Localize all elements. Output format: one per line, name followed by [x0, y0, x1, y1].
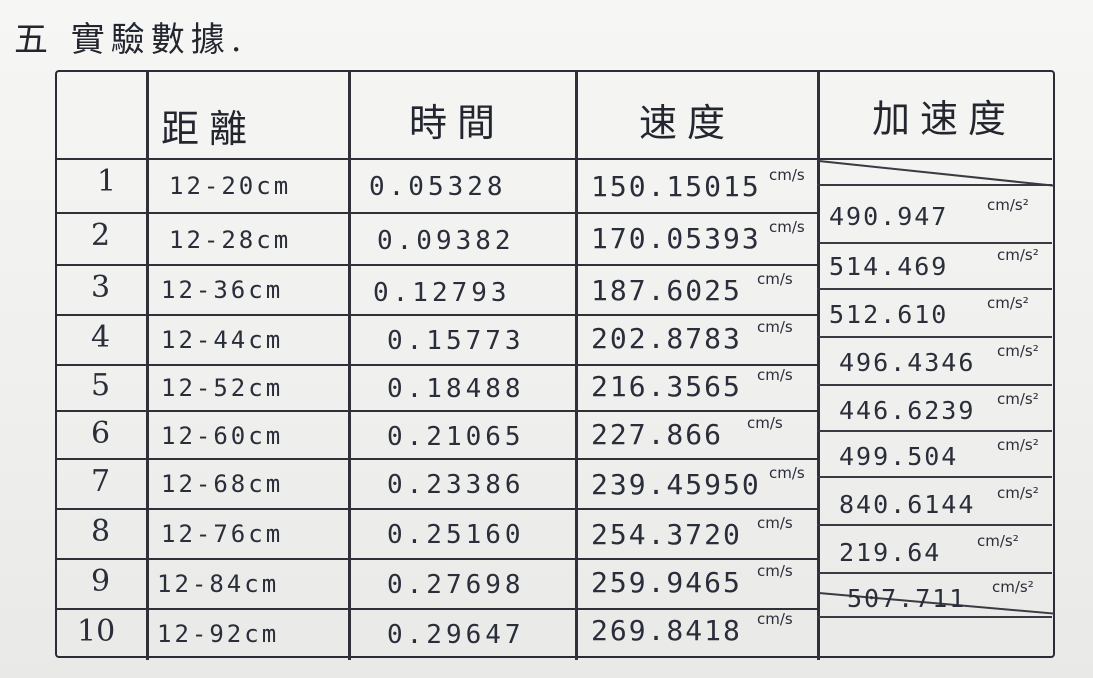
speed-cell: 254.3720 [591, 518, 742, 551]
accel-divider [817, 384, 1052, 386]
accel-divider [817, 288, 1052, 290]
speed-unit: cm/s [757, 562, 793, 580]
speed-cell: 259.9465 [591, 566, 742, 599]
speed-unit: cm/s [769, 464, 805, 482]
data-table: 距離 時間 速度 加速度 1 2 3 4 5 6 7 8 9 10 12-20c… [55, 70, 1055, 660]
speed-unit: cm/s [757, 610, 793, 628]
accel-divider [817, 572, 1052, 574]
accel-divider [817, 184, 1052, 186]
acceleration-cell: 490.947 [829, 202, 949, 231]
distance-cell: 12-76cm [161, 520, 284, 548]
speed-cell: 269.8418 [591, 614, 742, 647]
distance-cell: 12-92cm [157, 620, 280, 648]
speed-cell: 239.45950 [591, 468, 761, 501]
time-cell: 0.21065 [387, 422, 525, 452]
acceleration-unit: cm/s² [987, 196, 1029, 214]
header-time: 時間 [409, 101, 506, 145]
acceleration-unit: cm/s² [977, 532, 1019, 550]
time-cell: 0.29647 [387, 620, 525, 650]
distance-cell: 12-52cm [161, 374, 284, 402]
time-cell: 0.25160 [387, 520, 525, 550]
column-divider [348, 72, 351, 660]
speed-cell: 170.05393 [591, 222, 761, 255]
row-divider [57, 410, 817, 412]
accel-divider [817, 524, 1052, 526]
acceleration-unit: cm/s² [997, 436, 1039, 454]
speed-unit: cm/s [769, 218, 805, 236]
time-cell: 0.05328 [369, 172, 507, 202]
speed-unit: cm/s [757, 270, 793, 288]
time-cell: 0.18488 [387, 374, 525, 404]
speed-cell: 227.866 [591, 418, 724, 451]
row-divider [57, 364, 817, 366]
speed-unit: cm/s [747, 414, 783, 432]
distance-cell: 12-36cm [161, 276, 284, 304]
row-index: 3 [91, 270, 111, 305]
acceleration-cell: 512.610 [829, 300, 949, 329]
row-divider [57, 264, 817, 266]
row-index: 1 [97, 164, 117, 199]
distance-cell: 12-68cm [161, 470, 284, 498]
acceleration-unit: cm/s² [997, 390, 1039, 408]
distance-cell: 12-84cm [157, 570, 280, 598]
speed-cell: 187.6025 [591, 274, 742, 307]
row-index: 9 [91, 564, 111, 599]
accel-divider [817, 242, 1052, 244]
speed-cell: 216.3565 [591, 370, 742, 403]
row-index: 6 [91, 416, 111, 451]
speed-unit: cm/s [769, 166, 805, 184]
row-index: 4 [91, 320, 111, 355]
row-divider [57, 608, 817, 610]
time-cell: 0.15773 [387, 326, 525, 356]
row-divider [57, 314, 817, 316]
distance-cell: 12-44cm [161, 326, 284, 354]
accel-divider [817, 336, 1052, 338]
acceleration-cell: 446.6239 [839, 396, 976, 425]
acceleration-unit: cm/s² [997, 484, 1039, 502]
accel-divider [817, 430, 1052, 432]
acceleration-cell: 840.6144 [839, 490, 976, 519]
column-divider [146, 72, 149, 660]
time-cell: 0.12793 [373, 278, 511, 308]
time-cell: 0.09382 [377, 226, 515, 256]
acceleration-cell: 219.64 [839, 538, 942, 567]
header-divider [57, 158, 1052, 160]
row-divider [57, 212, 817, 214]
row-index: 5 [91, 368, 111, 403]
header-speed: 速度 [639, 101, 736, 145]
acceleration-unit: cm/s² [992, 578, 1034, 596]
distance-cell: 12-28cm [169, 226, 292, 254]
row-divider [57, 458, 817, 460]
row-index: 10 [77, 614, 116, 649]
row-divider [57, 558, 817, 560]
accel-divider [817, 476, 1052, 478]
acceleration-unit: cm/s² [997, 342, 1039, 360]
acceleration-cell: 507.711 [847, 584, 967, 613]
header-acceleration: 加速度 [872, 97, 1017, 141]
row-index: 8 [91, 514, 111, 549]
column-divider [575, 72, 578, 660]
distance-cell: 12-20cm [169, 172, 292, 200]
header-distance: 距離 [161, 107, 258, 151]
acceleration-cell: 499.504 [839, 442, 959, 471]
speed-cell: 150.15015 [591, 170, 761, 203]
row-index: 7 [91, 464, 111, 499]
acceleration-cell: 496.4346 [839, 348, 976, 377]
acceleration-unit: cm/s² [987, 294, 1029, 312]
acceleration-cell: 514.469 [829, 252, 949, 281]
time-cell: 0.23386 [387, 470, 525, 500]
accel-divider [817, 616, 1052, 618]
speed-cell: 202.8783 [591, 322, 742, 355]
speed-unit: cm/s [757, 366, 793, 384]
page-title: 五 實驗數據. [14, 20, 248, 60]
row-index: 2 [91, 218, 111, 253]
row-divider [57, 508, 817, 510]
acceleration-unit: cm/s² [997, 246, 1039, 264]
speed-unit: cm/s [757, 318, 793, 336]
strike-line [818, 160, 1054, 187]
distance-cell: 12-60cm [161, 422, 284, 450]
time-cell: 0.27698 [387, 570, 525, 600]
speed-unit: cm/s [757, 514, 793, 532]
